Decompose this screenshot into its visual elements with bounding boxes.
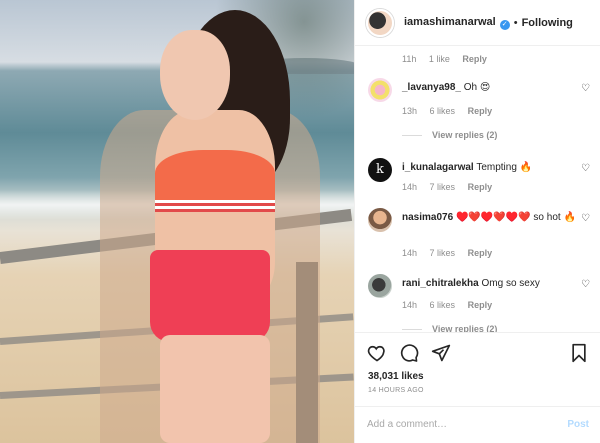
comment-time: 14h xyxy=(402,248,418,258)
comment-meta: 14h 7 likes Reply xyxy=(402,248,502,258)
likes-count[interactable]: 38,031 likes xyxy=(368,371,424,382)
author-avatar[interactable] xyxy=(366,8,394,37)
action-icons xyxy=(367,343,589,365)
small-heart-icon[interactable]: ♡ xyxy=(581,84,591,94)
comment-likes[interactable]: 7 likes xyxy=(430,248,456,258)
comment-content: Omg so sexy xyxy=(481,278,540,289)
heart-icon[interactable] xyxy=(367,343,387,363)
small-heart-icon[interactable]: ♡ xyxy=(581,214,591,224)
reply-button[interactable]: Reply xyxy=(468,300,493,310)
legs xyxy=(160,335,270,443)
photo-subject xyxy=(60,0,320,443)
comment-content: Tempting 🔥 xyxy=(476,162,533,173)
post-photo[interactable] xyxy=(0,0,354,443)
comment-content: ♥️❤️♥️❤️♥️❤️ so hot 🔥 xyxy=(455,212,576,223)
comment-time: 14h xyxy=(402,182,418,192)
commenter-avatar[interactable] xyxy=(368,208,392,232)
commenter-username[interactable]: rani_chitralekha xyxy=(402,278,479,289)
comment-text: _lavanya98_ Oh 😍 xyxy=(402,81,577,95)
face xyxy=(160,30,230,120)
commenter-avatar[interactable] xyxy=(368,78,392,102)
post-comment-button[interactable]: Post xyxy=(567,419,589,430)
previous-comment-meta: 11h 1 like Reply xyxy=(402,54,497,64)
header-separator: • xyxy=(513,16,518,29)
comment-text: rani_chitralekha Omg so sexy xyxy=(402,277,577,291)
author-username[interactable]: iamashimanarwal ✓ xyxy=(404,16,510,30)
comments-list[interactable]: 11h 1 like Reply _lavanya98_ Oh 😍 ♡ 13h … xyxy=(355,46,600,332)
comment-time: 14h xyxy=(402,300,418,310)
commenter-username[interactable]: nasima076 xyxy=(402,212,453,223)
comment-text: nasima076 ♥️❤️♥️❤️♥️❤️ so hot 🔥 xyxy=(402,211,577,225)
small-heart-icon[interactable]: ♡ xyxy=(581,280,591,290)
comment-time: 13h xyxy=(402,106,418,116)
add-comment-input[interactable] xyxy=(367,415,547,433)
comment-likes[interactable]: 7 likes xyxy=(430,182,456,192)
post-actions: 38,031 likes 14 HOURS AGO xyxy=(355,332,600,402)
reply-button[interactable]: Reply xyxy=(468,106,493,116)
commenter-avatar[interactable]: k xyxy=(368,158,392,182)
small-heart-icon[interactable]: ♡ xyxy=(581,164,591,174)
comment-time: 11h xyxy=(402,54,417,64)
verified-badge-icon: ✓ xyxy=(499,19,510,30)
following-button[interactable]: Following xyxy=(522,17,573,29)
reply-button[interactable]: Reply xyxy=(462,54,487,64)
comment-meta: 14h 7 likes Reply xyxy=(402,182,502,192)
comment-content: Oh 😍 xyxy=(463,82,491,93)
comment-likes[interactable]: 6 likes xyxy=(430,300,456,310)
reply-button[interactable]: Reply xyxy=(468,182,493,192)
comment-text: i_kunalagarwal Tempting 🔥 xyxy=(402,161,577,175)
share-icon[interactable] xyxy=(431,343,451,363)
comment-meta: 14h 6 likes Reply xyxy=(402,300,502,310)
post-timestamp: 14 HOURS AGO xyxy=(368,387,424,394)
view-replies-label[interactable]: View replies (2) xyxy=(432,324,497,332)
view-replies-label[interactable]: View replies (2) xyxy=(432,130,497,140)
shorts xyxy=(150,250,270,342)
author-username-text[interactable]: iamashimanarwal xyxy=(404,16,496,28)
comment-likes[interactable]: 1 like xyxy=(429,54,450,64)
comment-likes[interactable]: 6 likes xyxy=(430,106,456,116)
bookmark-icon[interactable] xyxy=(569,343,589,363)
add-comment-bar: Post xyxy=(355,406,600,443)
comment-icon[interactable] xyxy=(399,343,419,363)
view-replies-button[interactable]: View replies (2) xyxy=(402,324,497,332)
swim-top-stripe xyxy=(155,200,275,212)
commenter-username[interactable]: _lavanya98_ xyxy=(402,82,461,93)
post-side-panel: iamashimanarwal ✓ • Following 11h 1 like … xyxy=(354,0,600,443)
post-header: iamashimanarwal ✓ • Following xyxy=(355,0,600,46)
reply-button[interactable]: Reply xyxy=(468,248,493,258)
comment-meta: 13h 6 likes Reply xyxy=(402,106,502,116)
view-replies-button[interactable]: View replies (2) xyxy=(402,130,497,140)
commenter-username[interactable]: i_kunalagarwal xyxy=(402,162,474,173)
commenter-avatar[interactable] xyxy=(368,274,392,298)
